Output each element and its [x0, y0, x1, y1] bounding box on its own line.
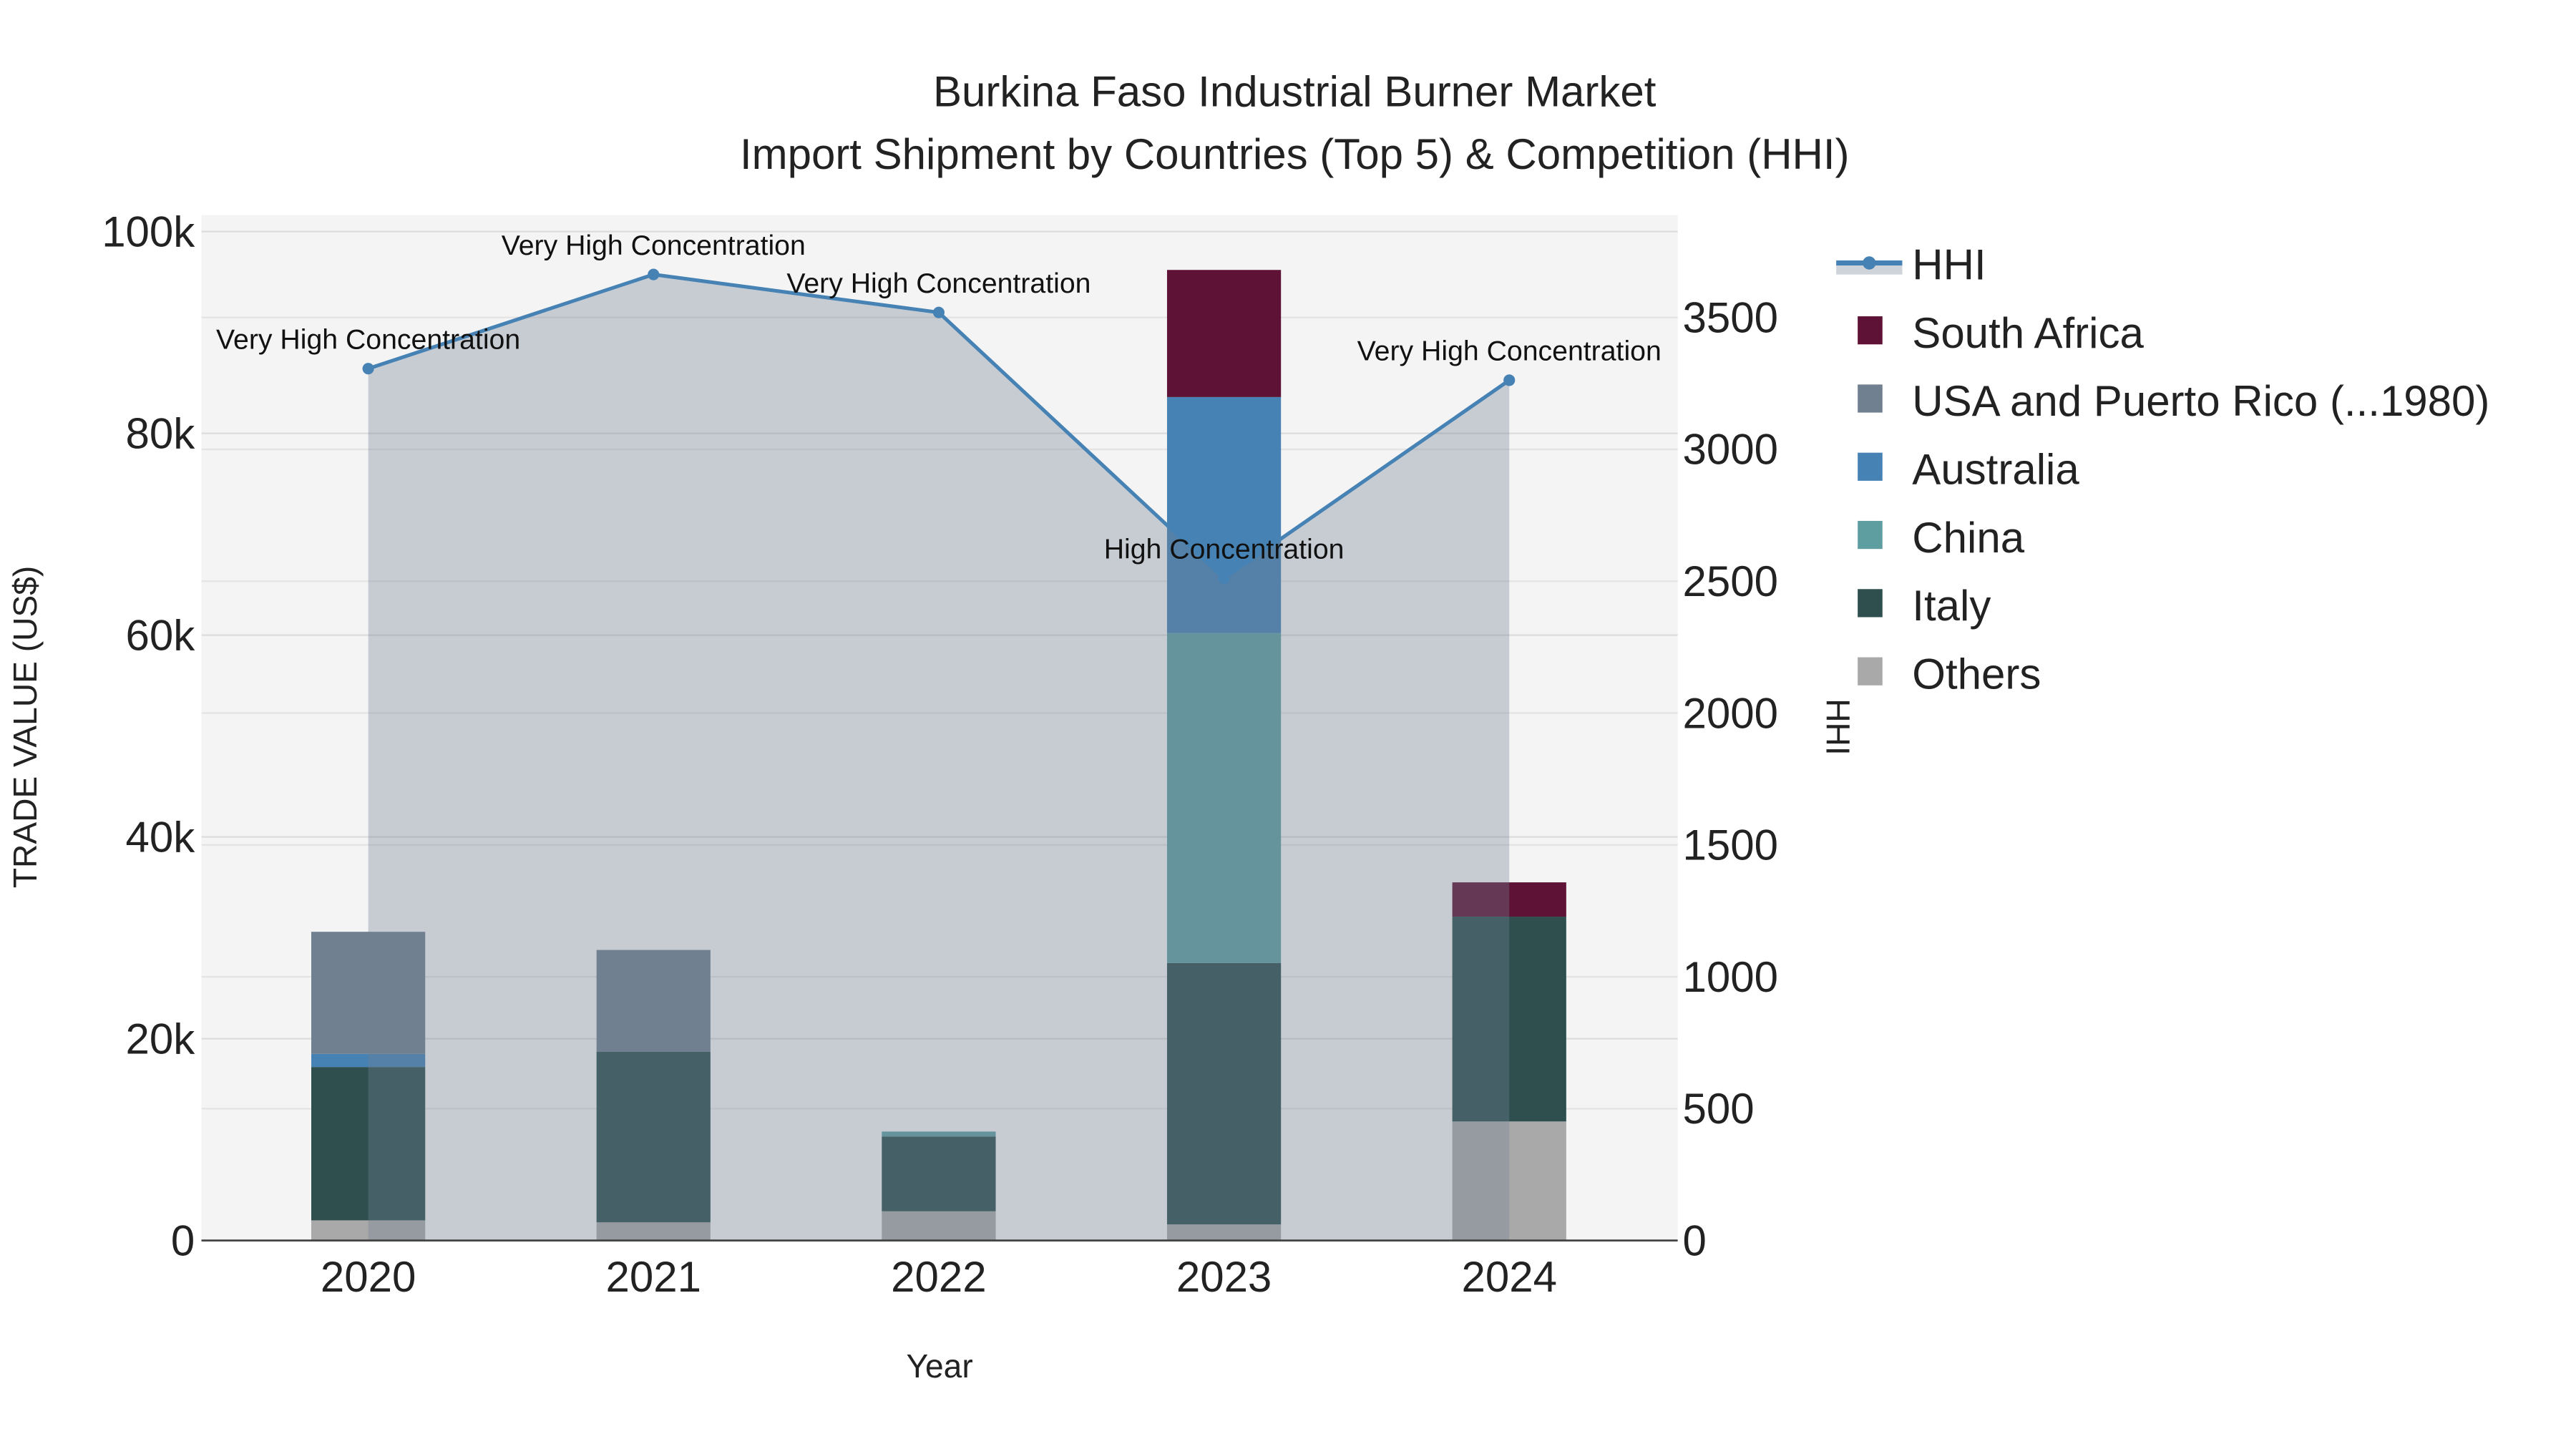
hhi-point-2023	[1218, 572, 1230, 585]
legend-label: USA and Puerto Rico (...1980)	[1912, 377, 2489, 425]
legend-label: Italy	[1912, 582, 1991, 630]
legend-item-australia[interactable]: Australia	[1858, 445, 2079, 493]
legend-swatch	[1858, 384, 1883, 413]
y-tick-label: 80k	[126, 409, 196, 457]
x-tick-label: 2024	[1461, 1253, 1556, 1301]
legend-swatch	[1858, 589, 1883, 618]
legend: HHI South Africa USA and Puerto Rico (...1…	[1836, 241, 2489, 698]
legend-swatch	[1858, 520, 1883, 550]
x-tick-label: 2022	[891, 1253, 986, 1301]
x-axis-title: Year	[906, 1347, 972, 1385]
legend-item-south-africa[interactable]: South Africa	[1858, 309, 2144, 357]
hhi-annotation: Very High Concentration	[786, 268, 1091, 299]
y2-tick-label: 1500	[1683, 821, 1778, 869]
bar-south-africa-2023	[1166, 270, 1282, 397]
legend-swatch	[1858, 316, 1883, 345]
hhi-annotation: Very High Concentration	[216, 323, 520, 355]
legend-item-hhi[interactable]: HHI	[1836, 241, 1986, 289]
x-tick-label: 2020	[321, 1253, 416, 1301]
y2-tick-label: 2500	[1683, 557, 1778, 605]
y2-tick-label: 1000	[1683, 953, 1778, 1001]
legend-swatch	[1858, 657, 1883, 686]
x-tick-label: 2023	[1176, 1253, 1272, 1301]
chart: Very High Concentration Very High Concent…	[6, 67, 2490, 1385]
hhi-annotation: High Concentration	[1104, 533, 1345, 565]
y2-tick-label: 0	[1683, 1216, 1707, 1264]
chart-title-line1: Burkina Faso Industrial Burner Market	[933, 67, 1657, 115]
x-tick-label: 2021	[606, 1253, 701, 1301]
y2-tick-label: 3000	[1683, 426, 1778, 474]
y-tick-label: 60k	[126, 611, 196, 659]
legend-label: South Africa	[1912, 309, 2144, 357]
hhi-point-2021	[648, 268, 660, 280]
y-tick-label: 100k	[102, 208, 195, 255]
hhi-annotation: Very High Concentration	[502, 230, 806, 261]
legend-label: Australia	[1912, 445, 2079, 493]
y-tick-label: 0	[171, 1216, 195, 1264]
legend-item-italy[interactable]: Italy	[1858, 582, 1991, 630]
legend-label: Others	[1912, 650, 2041, 698]
hhi-point-2024	[1503, 374, 1516, 386]
y-axis-title: TRADE VALUE (US$)	[6, 566, 44, 888]
y2-tick-label: 500	[1683, 1085, 1755, 1133]
y2-tick-label: 3500	[1683, 293, 1778, 341]
legend-swatch	[1858, 452, 1883, 481]
legend-swatch-marker	[1863, 256, 1876, 270]
y-tick-label: 20k	[126, 1015, 196, 1063]
y2-axis-title: HHI	[1819, 698, 1856, 755]
y2-tick-label: 2000	[1683, 689, 1778, 737]
hhi-point-2022	[932, 306, 945, 318]
legend-label: China	[1912, 514, 2024, 562]
chart-title-line2: Import Shipment by Countries (Top 5) & C…	[740, 130, 1850, 178]
y-tick-label: 40k	[126, 813, 196, 861]
legend-label: HHI	[1912, 241, 1986, 289]
legend-item-others[interactable]: Others	[1858, 650, 2041, 698]
legend-item-usa-and-puerto-rico-1980[interactable]: USA and Puerto Rico (...1980)	[1858, 377, 2489, 425]
hhi-annotation: Very High Concentration	[1357, 336, 1662, 367]
hhi-point-2020	[362, 363, 374, 375]
legend-item-china[interactable]: China	[1858, 514, 2025, 562]
